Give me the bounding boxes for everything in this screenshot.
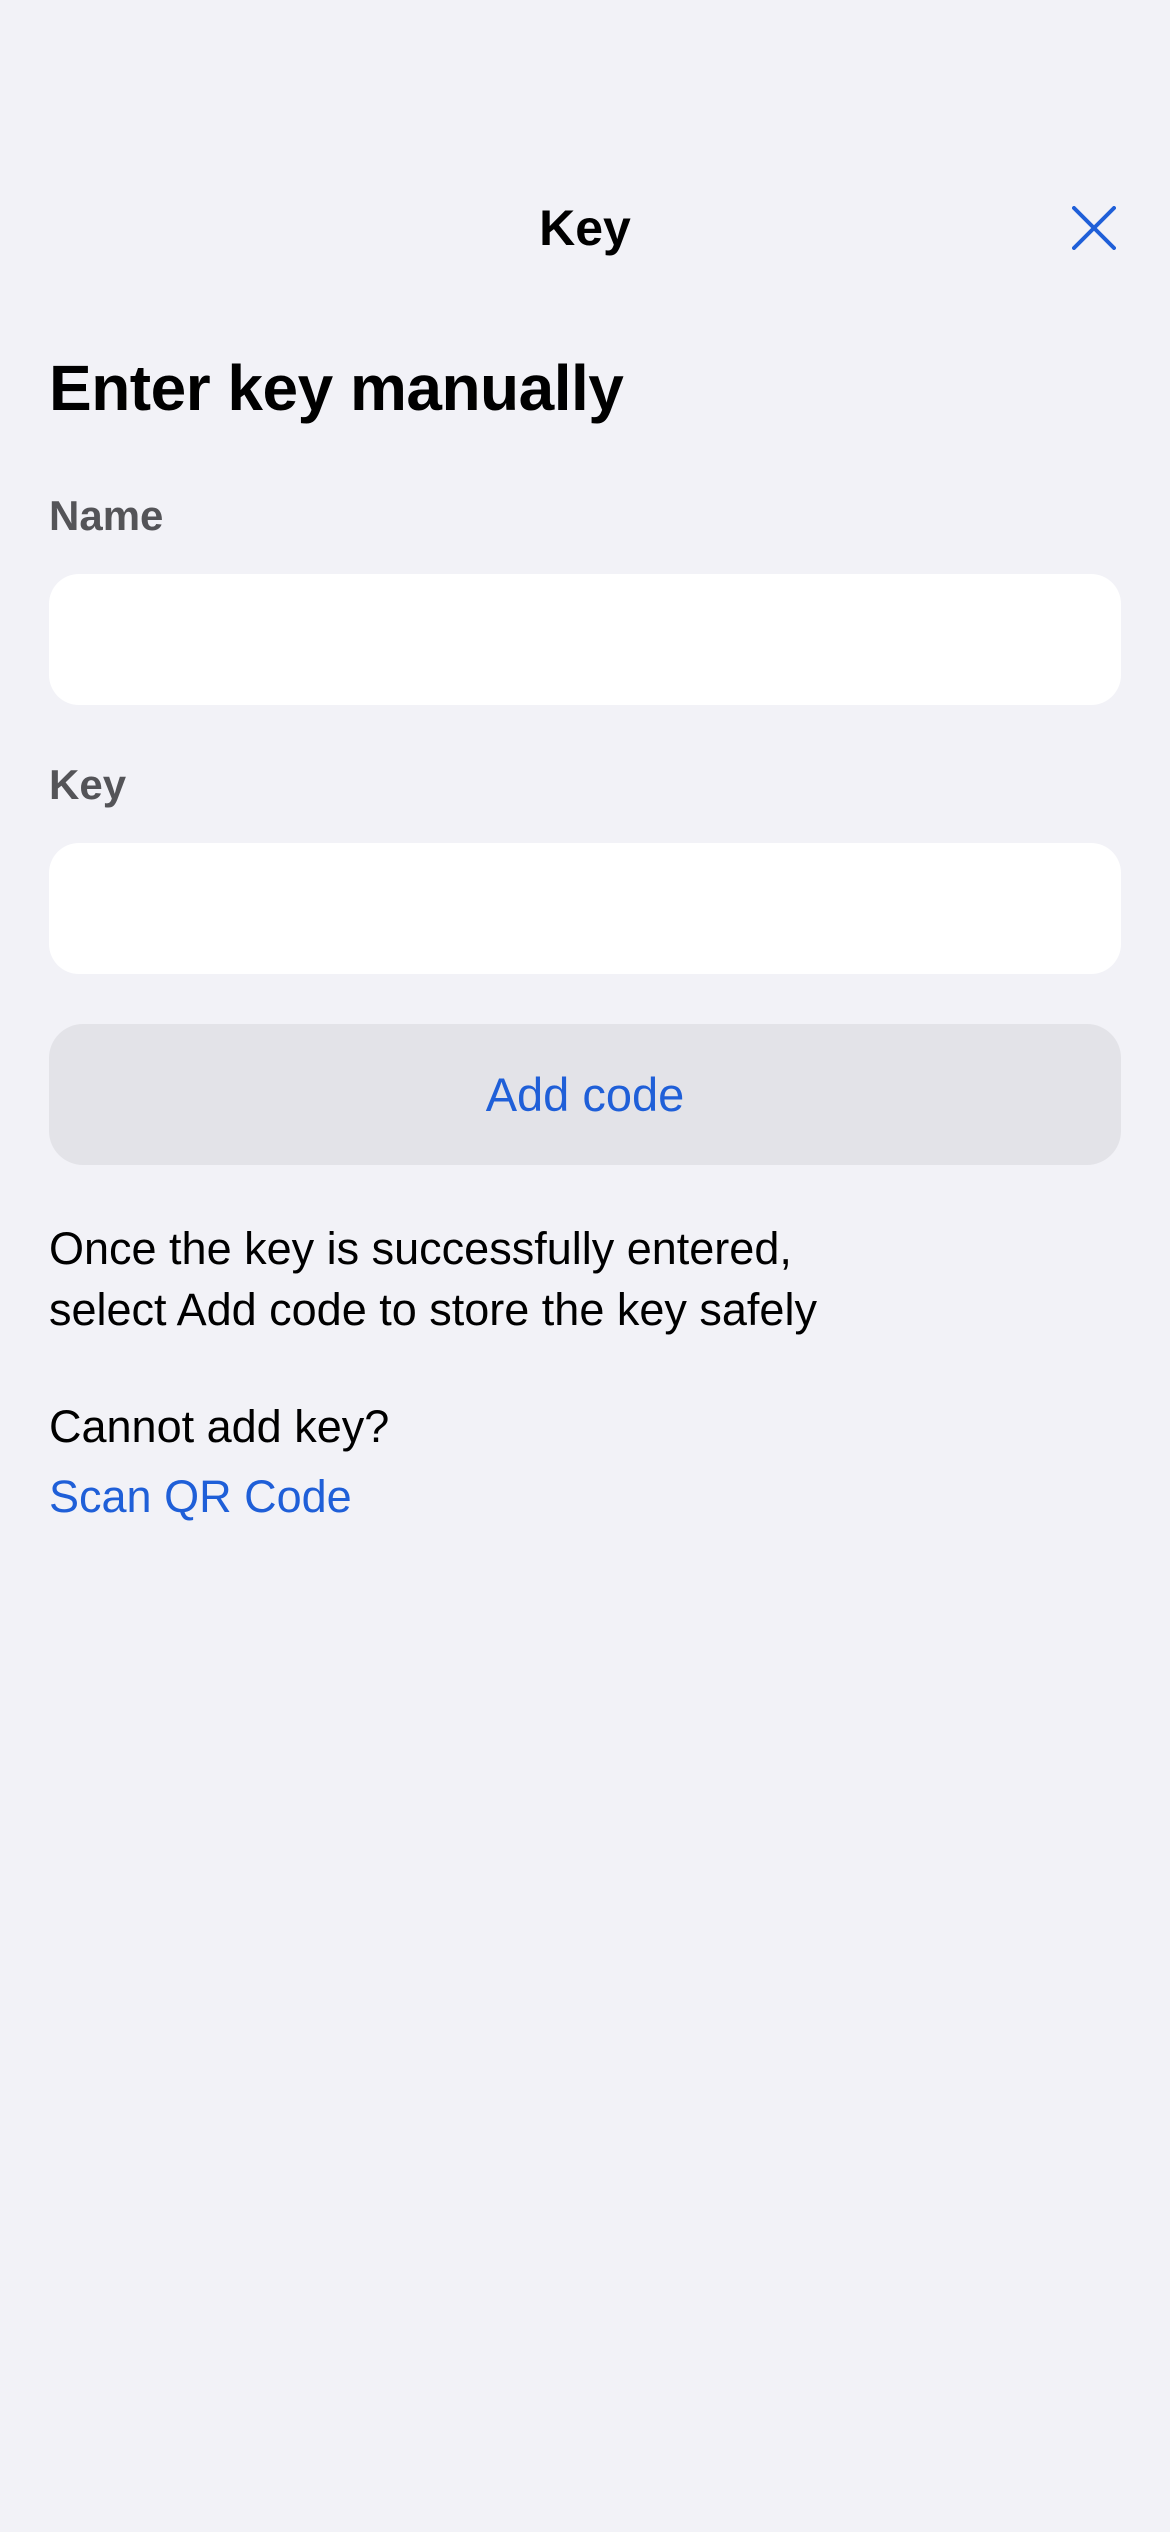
info-text-line-2: select Add code to store the key safely bbox=[49, 1284, 817, 1335]
scan-qr-code-link[interactable]: Scan QR Code bbox=[49, 1466, 352, 1527]
name-label: Name bbox=[49, 492, 164, 539]
key-label: Key bbox=[49, 761, 127, 808]
add-code-button[interactable]: Add code bbox=[49, 1024, 1121, 1165]
close-button[interactable] bbox=[1056, 190, 1132, 266]
name-input[interactable] bbox=[49, 574, 1121, 705]
close-icon bbox=[1072, 206, 1116, 250]
nav-title: Key bbox=[539, 200, 631, 256]
page-heading: Enter key manually bbox=[49, 352, 624, 424]
key-input[interactable] bbox=[49, 843, 1121, 974]
info-text-line-1: Once the key is successfully entered, bbox=[49, 1223, 792, 1274]
cannot-add-key-text: Cannot add key? bbox=[49, 1401, 390, 1452]
navigation-bar: Key bbox=[0, 180, 1170, 276]
info-text: Once the key is successfully entered, se… bbox=[49, 1218, 1049, 1340]
